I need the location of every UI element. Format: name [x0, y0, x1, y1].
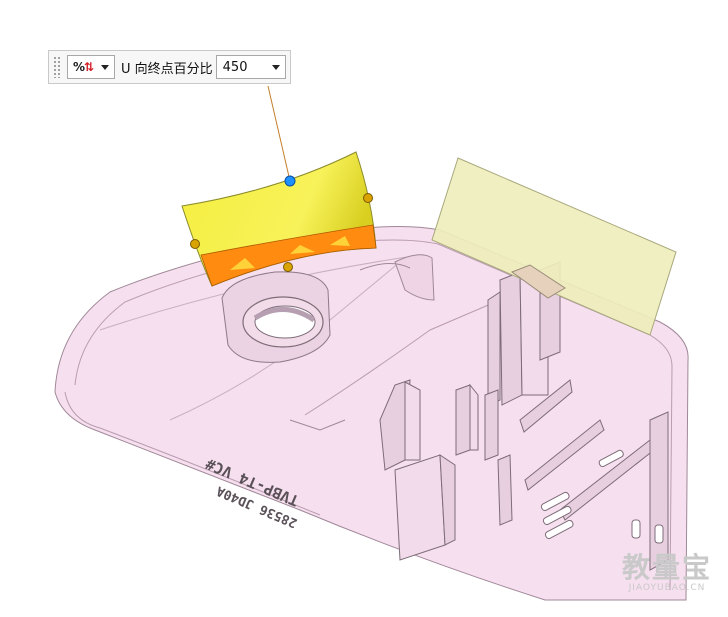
model-canvas: TVBP-T4 VC# 28536 JD40A — [54, 85, 689, 601]
chevron-down-icon — [101, 65, 109, 70]
u-percent-toolbar: %⇅ U 向终点百分比 450 — [48, 50, 291, 84]
u-percent-handle — [284, 175, 296, 187]
watermark-logo: 教量宝 JIAOYUBAO.CN — [621, 551, 712, 594]
u-percent-value[interactable]: 450 — [223, 60, 248, 75]
u-percent-value-field[interactable]: 450 — [215, 55, 286, 79]
u-percent-label: U 向终点百分比 — [121, 61, 213, 77]
boss-feature[interactable] — [221, 271, 331, 363]
edge-handle-left — [190, 239, 200, 249]
watermark-main: 教量宝 — [621, 551, 712, 584]
chevron-down-icon[interactable] — [271, 65, 280, 70]
drag-grip-icon[interactable] — [53, 56, 61, 78]
percent-parameter-icon: %⇅ — [73, 60, 94, 74]
edge-handle-right — [363, 193, 373, 203]
graphics-viewport[interactable]: TVBP-T4 VC# 28536 JD40A %⇅ U 向终点百分比 450 — [0, 0, 728, 613]
edge-handle-bottom — [283, 262, 293, 272]
parameter-type-dropdown[interactable]: %⇅ — [67, 55, 115, 79]
watermark-sub: JIAOYUBAO.CN — [628, 583, 706, 593]
